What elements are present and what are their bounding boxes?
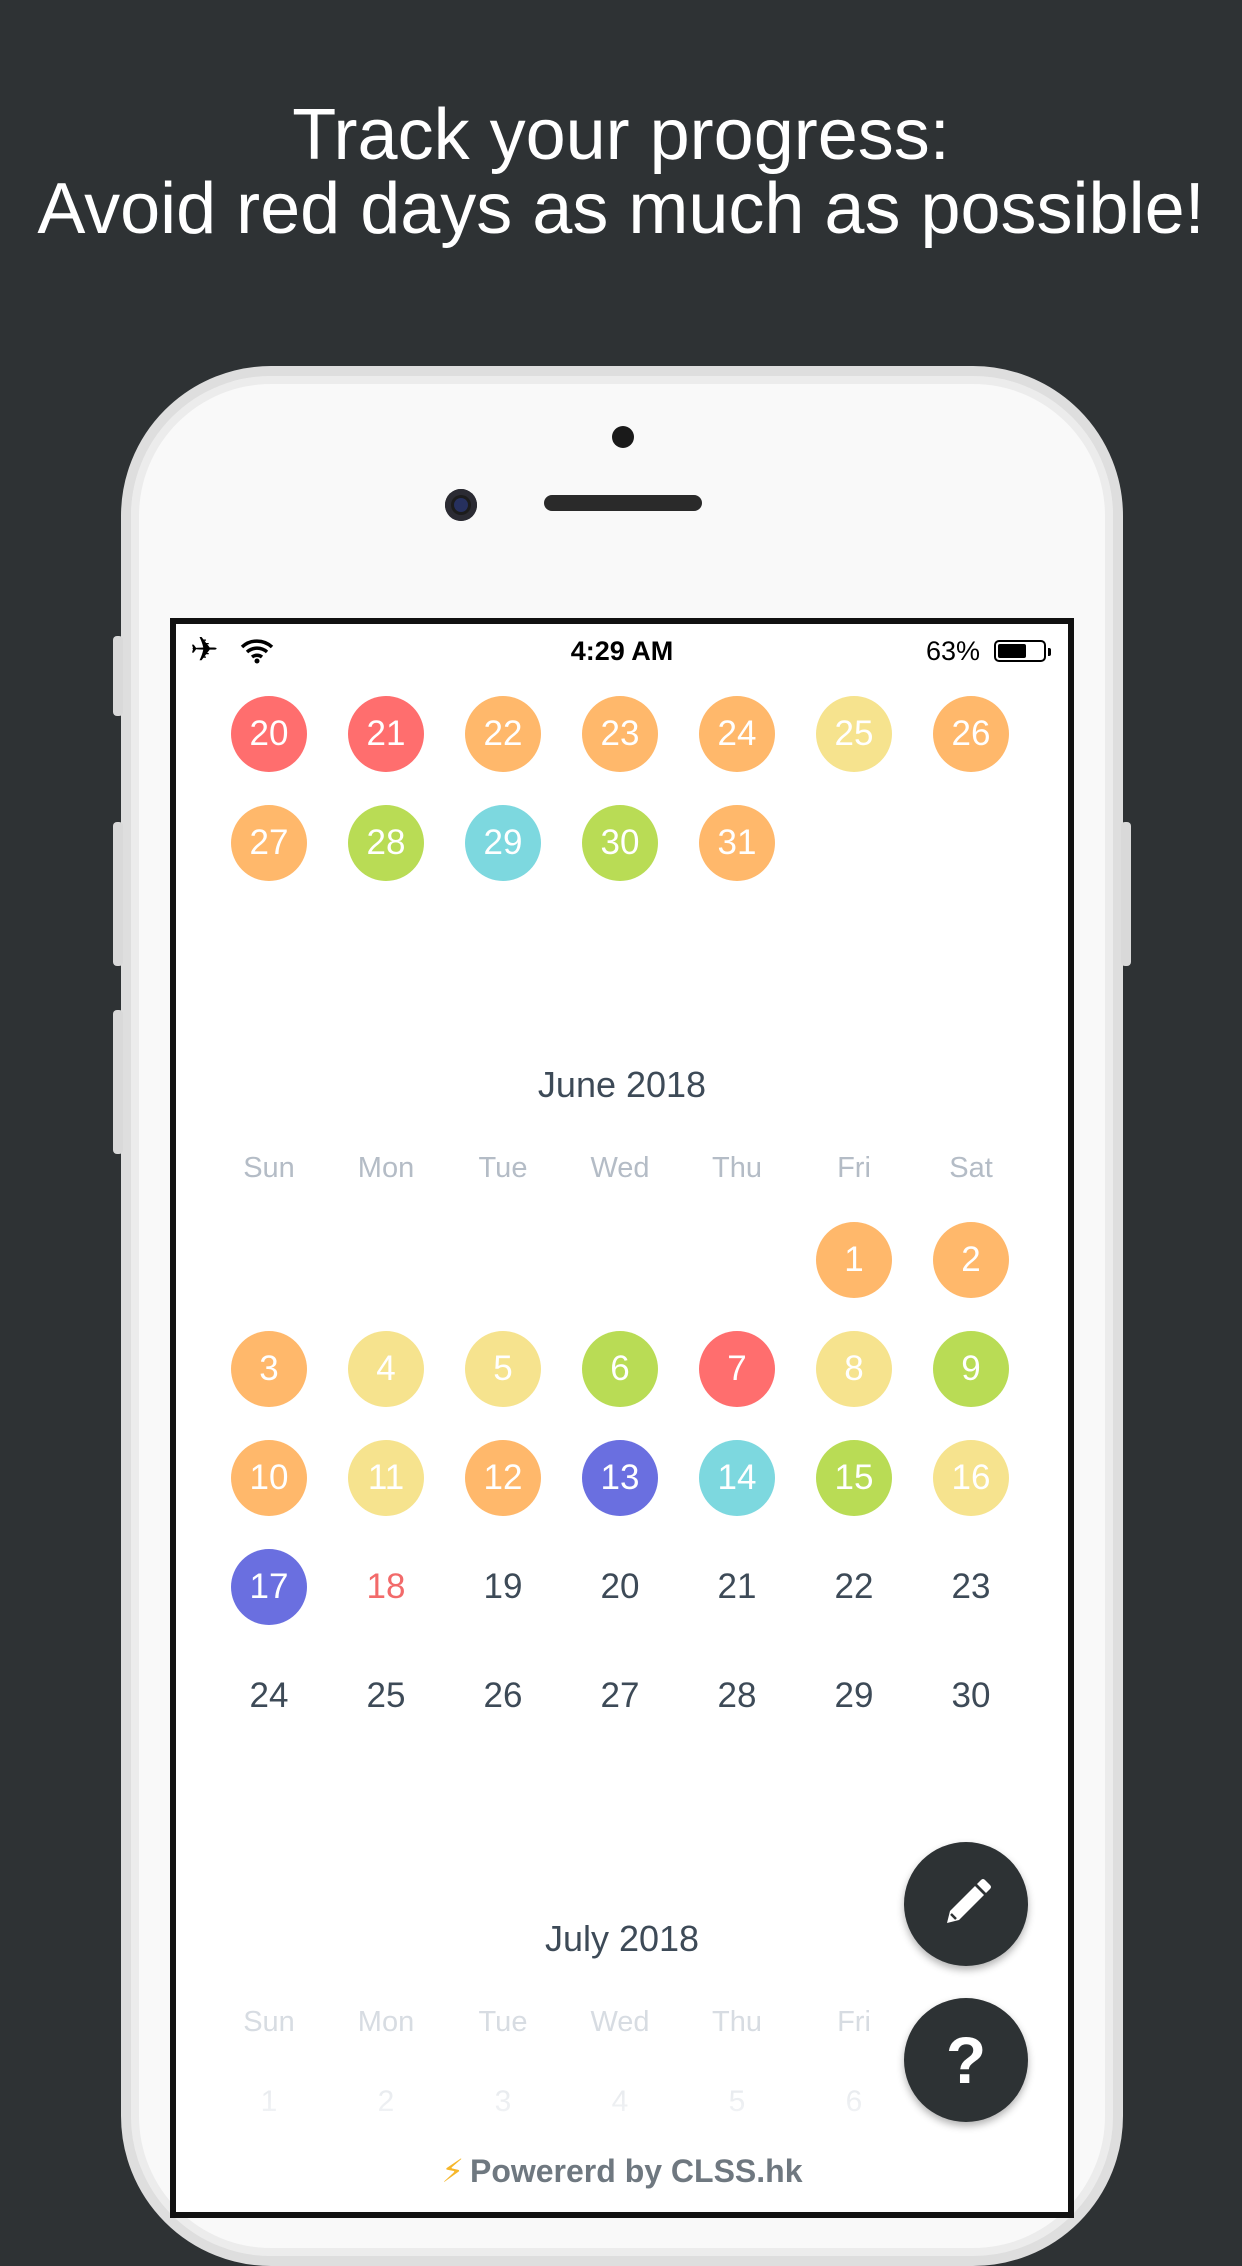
day-june-22[interactable]: 22 [816, 1549, 892, 1625]
day-may-23[interactable]: 23 [582, 696, 658, 772]
day-june-15[interactable]: 15 [816, 1440, 892, 1516]
day-june-29[interactable]: 29 [816, 1658, 892, 1734]
july-weekday-sun: Sun [243, 2006, 295, 2038]
footer-credit[interactable]: ⚡ Powererd by CLSS.hk [176, 2152, 1068, 2190]
day-may-30[interactable]: 30 [582, 805, 658, 881]
weekday-wed: Wed [590, 1152, 650, 1184]
day-june-5[interactable]: 5 [465, 1331, 541, 1407]
edit-button[interactable] [904, 1842, 1028, 1966]
weekday-fri: Fri [837, 1152, 871, 1184]
day-may-21[interactable]: 21 [348, 696, 424, 772]
day-may-28[interactable]: 28 [348, 805, 424, 881]
mute-switch [113, 636, 123, 716]
weekday-sat: Sat [949, 1152, 993, 1184]
day-june-13[interactable]: 13 [582, 1440, 658, 1516]
day-june-8[interactable]: 8 [816, 1331, 892, 1407]
day-june-today[interactable]: 18 [348, 1549, 424, 1625]
weekday-thu: Thu [712, 1152, 762, 1184]
day-may-22[interactable]: 22 [465, 696, 541, 772]
day-june-27[interactable]: 27 [582, 1658, 658, 1734]
day-june-26[interactable]: 26 [465, 1658, 541, 1734]
day-june-10[interactable]: 10 [231, 1440, 307, 1516]
july-weekday-mon: Mon [357, 2006, 415, 2038]
earpiece-speaker [544, 495, 702, 511]
july-weekday-thu: Thu [712, 2006, 762, 2038]
battery-icon [994, 640, 1051, 662]
day-may-24[interactable]: 24 [699, 696, 775, 772]
day-june-7[interactable]: 7 [699, 1331, 775, 1407]
day-june-25[interactable]: 25 [348, 1658, 424, 1734]
day-june-24[interactable]: 24 [231, 1658, 307, 1734]
july-weekday-fri: Fri [837, 2006, 871, 2038]
day-may-20[interactable]: 20 [231, 696, 307, 772]
headline-line-2: Avoid red days as much as possible! [37, 169, 1205, 249]
volume-up-button [113, 822, 123, 966]
headline-line-1: Track your progress: [292, 95, 950, 175]
lightning-icon: ⚡ [441, 2153, 464, 2189]
day-june-14[interactable]: 14 [699, 1440, 775, 1516]
day-june-20[interactable]: 20 [582, 1549, 658, 1625]
front-camera [445, 489, 477, 521]
app-screen: ✈ 4:29 AM 63% June 2018 Sun Mon Tue Wed Thu F… [170, 618, 1074, 2218]
day-june-17[interactable]: 17 [231, 1549, 307, 1625]
footer-text: Powererd by CLSS.hk [469, 2153, 803, 2189]
help-label: ? [945, 2023, 987, 2097]
day-june-28[interactable]: 28 [699, 1658, 775, 1734]
day-june-4[interactable]: 4 [348, 1331, 424, 1407]
volume-down-button [113, 1010, 123, 1154]
month-title-june: June 2018 [537, 1064, 707, 1105]
day-june-9[interactable]: 9 [933, 1331, 1009, 1407]
headline: Track your progress: Avoid red days as m… [0, 98, 1242, 246]
july-weekday-tue: Tue [478, 2006, 528, 2038]
status-bar: ✈ 4:29 AM 63% [176, 624, 1068, 674]
day-june-16[interactable]: 16 [933, 1440, 1009, 1516]
day-june-3[interactable]: 3 [231, 1331, 307, 1407]
help-button[interactable]: ? [904, 1998, 1028, 2122]
weekday-tue: Tue [478, 1152, 528, 1184]
day-june-11[interactable]: 11 [348, 1440, 424, 1516]
day-may-31[interactable]: 31 [699, 805, 775, 881]
day-may-27[interactable]: 27 [231, 805, 307, 881]
day-june-21[interactable]: 21 [699, 1549, 775, 1625]
day-june-1[interactable]: 1 [816, 1222, 892, 1298]
day-june-2[interactable]: 2 [933, 1222, 1009, 1298]
day-may-25[interactable]: 25 [816, 696, 892, 772]
day-june-6[interactable]: 6 [582, 1331, 658, 1407]
day-june-12[interactable]: 12 [465, 1440, 541, 1516]
weekday-sun: Sun [243, 1152, 295, 1184]
day-may-26[interactable]: 26 [933, 696, 1009, 772]
proximity-sensor [612, 426, 634, 448]
day-may-29[interactable]: 29 [465, 805, 541, 881]
pencil-icon [947, 1879, 991, 1923]
day-june-23[interactable]: 23 [933, 1549, 1009, 1625]
weekday-mon: Mon [357, 1152, 415, 1184]
day-june-30[interactable]: 30 [933, 1658, 1009, 1734]
day-june-19[interactable]: 19 [465, 1549, 541, 1625]
battery-percent: 63% [925, 636, 980, 666]
july-weekday-wed: Wed [590, 2006, 650, 2038]
power-button [1121, 822, 1131, 966]
